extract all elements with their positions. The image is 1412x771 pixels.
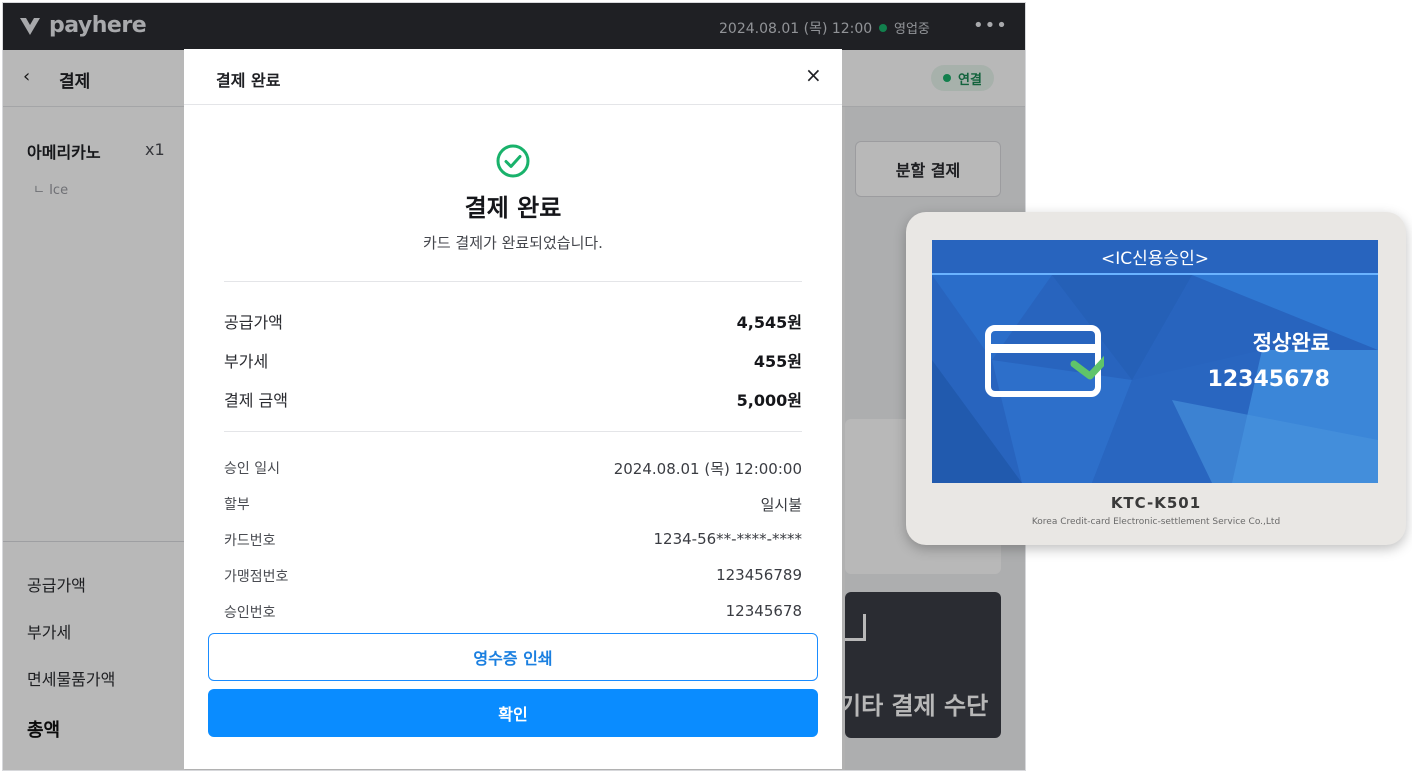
detail-label: 할부 — [224, 497, 250, 513]
modal-header-title: 결제 완료 — [216, 71, 281, 90]
terminal-model: KTC-K501 — [1110, 494, 1202, 512]
detail-value: 일시불 — [760, 496, 802, 514]
detail-value: 2024.08.01 (목) 12:00:00 — [613, 460, 802, 478]
completion-subtitle: 카드 결제가 완료되었습니다. — [423, 234, 603, 252]
card-terminal: <IC신용승인> 정상완료 12345678 KTC-K501 Korea Cr… — [906, 212, 1406, 545]
divider — [224, 431, 802, 432]
amount-value: 4,545원 — [736, 313, 802, 332]
close-icon[interactable]: × — [805, 63, 822, 87]
amount-label: 공급가액 — [224, 313, 283, 332]
amount-value: 5,000원 — [736, 391, 802, 410]
approval-status: 정상완료 — [1252, 331, 1330, 355]
terminal-screen-header: <IC신용승인> — [932, 240, 1378, 275]
detail-row: 카드번호 1234-56**-****-**** — [224, 530, 802, 550]
divider — [224, 281, 802, 282]
amount-row: 공급가액 4,545원 — [224, 309, 802, 333]
completion-title: 결제 완료 — [464, 194, 562, 222]
detail-label: 승인번호 — [224, 605, 276, 621]
detail-label: 가맹점번호 — [224, 569, 289, 585]
detail-row: 승인번호 12345678 — [224, 602, 802, 622]
detail-value: 12345678 — [725, 602, 802, 620]
detail-label: 승인 일시 — [224, 461, 280, 477]
detail-row: 승인 일시 2024.08.01 (목) 12:00:00 — [224, 458, 802, 478]
detail-label: 카드번호 — [224, 533, 276, 549]
detail-value: 123456789 — [716, 566, 802, 584]
amount-value: 455원 — [753, 352, 802, 371]
check-circle-icon — [496, 144, 530, 178]
amount-row: 결제 금액 5,000원 — [224, 387, 802, 411]
terminal-maker: Korea Credit-card Electronic-settlement … — [1031, 517, 1281, 527]
detail-row: 할부 일시불 — [224, 494, 802, 514]
print-receipt-button[interactable]: 영수증 인쇄 — [208, 633, 818, 681]
terminal-screen: <IC신용승인> 정상완료 12345678 — [932, 240, 1378, 483]
payment-complete-modal: 결제 완료 × 결제 완료 카드 결제가 완료되었습니다. 공급가액 4,545… — [184, 49, 842, 769]
amount-label: 결제 금액 — [224, 391, 288, 410]
card-approved-icon — [985, 325, 1104, 397]
terminal-approval-number: 12345678 — [1207, 367, 1330, 392]
amount-label: 부가세 — [224, 352, 269, 371]
amount-row: 부가세 455원 — [224, 348, 802, 372]
confirm-button[interactable]: 확인 — [208, 689, 818, 737]
modal-header: 결제 완료 × — [184, 49, 842, 105]
detail-value: 1234-56**-****-**** — [653, 530, 803, 548]
detail-row: 가맹점번호 123456789 — [224, 566, 802, 586]
